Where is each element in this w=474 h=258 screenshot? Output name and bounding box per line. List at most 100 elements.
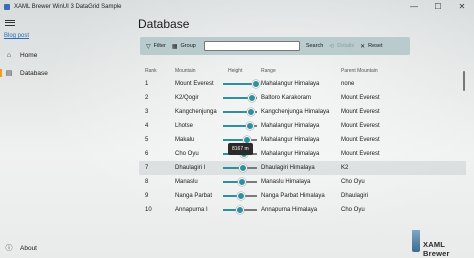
- brand-logo: XAML Brewer: [410, 228, 470, 258]
- table-row[interactable]: 6 Cho Oyu Mahalangur Himalaya Mount Everest: [139, 147, 466, 161]
- cell-range: Dhaulagiri Himalaya: [261, 165, 315, 171]
- cell-range: Nanga Parbat Himalaya: [261, 193, 325, 199]
- cell-range: Mahalangur Himalaya: [261, 81, 320, 87]
- cell-rank: 8: [145, 179, 149, 185]
- cell-range: Annapurna Himalaya: [261, 207, 318, 213]
- header-rank[interactable]: Rank: [145, 68, 157, 74]
- cell-rank: 5: [145, 137, 149, 143]
- cell-range: Mahalangur Himalaya: [261, 123, 320, 129]
- cell-parent: K2: [341, 165, 349, 171]
- search-button[interactable]: Search: [306, 43, 323, 49]
- cell-rank: 9: [145, 193, 149, 199]
- grid-rows: 1 Mount Everest Mahalangur Himalaya none 2 K2…: [139, 77, 466, 217]
- cell-mountain: Cho Oyu: [175, 151, 199, 157]
- cell-parent: Cho Oyu: [341, 207, 365, 213]
- group-button[interactable]: ▦ Group: [172, 43, 196, 50]
- table-row[interactable]: 3 Kangchenjunga Kangchenjunga Himalaya Moun…: [139, 105, 466, 119]
- cell-mountain: Dhaulagiri I: [175, 165, 206, 171]
- title-bar: XAML Brewer WinUI 3 DataGrid Sample — ☐ …: [0, 0, 474, 14]
- maximize-button[interactable]: ☐: [426, 0, 450, 14]
- cell-rank: 6: [145, 151, 149, 157]
- brand-label: XAML Brewer: [423, 240, 450, 258]
- slider-thumb[interactable]: [237, 192, 245, 200]
- table-row[interactable]: 4 Lhotse Mahalangur Himalaya Mount Everest: [139, 119, 466, 133]
- navigation-pane: Blog post ⌂ Home ▤ Database ⓘ About: [0, 14, 132, 258]
- slider-thumb[interactable]: [236, 206, 244, 214]
- nav-item-label: About: [20, 244, 37, 252]
- blog-post-link[interactable]: Blog post: [4, 33, 29, 39]
- table-row[interactable]: 7 Dhaulagiri I Dhaulagiri Himalaya K2: [139, 161, 466, 175]
- table-row[interactable]: 5 Makalu Mahalangur Himalaya Mount Everest: [139, 133, 466, 147]
- slider-thumb[interactable]: [252, 80, 260, 88]
- filter-label: Filter: [153, 43, 166, 49]
- cell-rank: 7: [145, 165, 149, 171]
- search-label: Search: [305, 43, 324, 49]
- hamburger-menu-icon[interactable]: [5, 18, 15, 26]
- nav-item-home[interactable]: ⌂ Home: [4, 48, 128, 62]
- cell-mountain: Makalu: [175, 137, 195, 143]
- cell-rank: 1: [145, 81, 149, 87]
- slider-thumb[interactable]: [238, 178, 246, 186]
- cell-parent: Dhaulagiri: [341, 193, 369, 199]
- table-row[interactable]: 2 K2/Qogir Baltoro Karakoram Mount Everest: [139, 91, 466, 105]
- grid-header: Rank Mountain Height Range Parent Mounta…: [139, 64, 466, 77]
- cell-mountain: K2/Qogir: [175, 95, 199, 101]
- page-title: Database: [138, 17, 190, 31]
- cell-range: Mahalangur Himalaya: [261, 151, 320, 157]
- reset-icon: ✕: [360, 43, 366, 50]
- cell-parent: Cho Oyu: [341, 179, 365, 185]
- window-controls: — ☐ ✕: [402, 0, 474, 14]
- cell-mountain: Manaslu: [175, 179, 198, 185]
- cell-rank: 2: [145, 95, 149, 101]
- table-row[interactable]: 1 Mount Everest Mahalangur Himalaya none: [139, 77, 466, 91]
- slider-thumb[interactable]: [248, 94, 256, 102]
- command-bar: ▽ Filter ▦ Group Search ⟲ Details ✕ Rese…: [140, 37, 410, 55]
- database-icon: ▤: [5, 70, 13, 77]
- cell-parent: Mount Everest: [341, 151, 380, 157]
- cell-mountain: Lhotse: [175, 123, 194, 129]
- home-icon: ⌂: [6, 51, 12, 59]
- nav-item-about[interactable]: ⓘ About: [4, 241, 128, 255]
- cell-mountain: Nanga Parbat: [175, 193, 213, 199]
- group-label: Group: [180, 43, 196, 49]
- window-title: XAML Brewer WinUI 3 DataGrid Sample: [14, 4, 122, 10]
- app-icon: [4, 4, 10, 10]
- details-label: Details: [337, 43, 355, 49]
- cell-range: Mahalangur Himalaya: [261, 137, 320, 143]
- header-height[interactable]: Height: [228, 68, 242, 74]
- slider-thumb[interactable]: [247, 108, 255, 116]
- header-mountain[interactable]: Mountain: [175, 68, 196, 74]
- reset-button[interactable]: ✕ Reset: [360, 43, 382, 50]
- cell-rank: 10: [145, 207, 152, 213]
- cell-mountain: Kangchenjunga: [175, 109, 217, 115]
- data-grid: Rank Mountain Height Range Parent Mounta…: [139, 64, 466, 217]
- nav-item-label: Home: [20, 51, 38, 59]
- table-row[interactable]: 8 Manaslu Manaslu Himalaya Cho Oyu: [139, 175, 466, 189]
- cell-mountain: Mount Everest: [175, 81, 214, 87]
- height-slider[interactable]: [223, 139, 257, 141]
- minimize-button[interactable]: —: [402, 0, 426, 14]
- vertical-scrollbar[interactable]: [462, 68, 466, 98]
- filter-icon: ▽: [146, 43, 151, 50]
- cell-parent: Mount Everest: [341, 109, 380, 115]
- table-row[interactable]: 10 Annapurna I Annapurna Himalaya Cho Oyu: [139, 203, 466, 217]
- filter-button[interactable]: ▽ Filter: [146, 43, 166, 50]
- height-tooltip: 8167 m: [228, 143, 253, 155]
- nav-item-label: Database: [20, 69, 48, 77]
- cell-rank: 3: [145, 109, 149, 115]
- nav-item-database[interactable]: ▤ Database: [0, 66, 128, 80]
- header-range[interactable]: Range: [261, 68, 276, 74]
- cell-mountain: Annapurna I: [175, 207, 208, 213]
- slider-thumb[interactable]: [246, 122, 254, 130]
- cell-parent: Mount Everest: [341, 95, 380, 101]
- table-row[interactable]: 9 Nanga Parbat Nanga Parbat Himalaya Dhaula…: [139, 189, 466, 203]
- details-button[interactable]: ⟲ Details: [329, 43, 354, 50]
- reset-label: Reset: [368, 43, 383, 49]
- selection-indicator: [0, 69, 2, 77]
- slider-thumb[interactable]: [239, 164, 247, 172]
- cell-parent: Mount Everest: [341, 137, 380, 143]
- header-parent[interactable]: Parent Mountain: [341, 68, 378, 74]
- close-button[interactable]: ✕: [450, 0, 474, 14]
- cell-rank: 4: [145, 123, 149, 129]
- search-input[interactable]: [203, 41, 300, 51]
